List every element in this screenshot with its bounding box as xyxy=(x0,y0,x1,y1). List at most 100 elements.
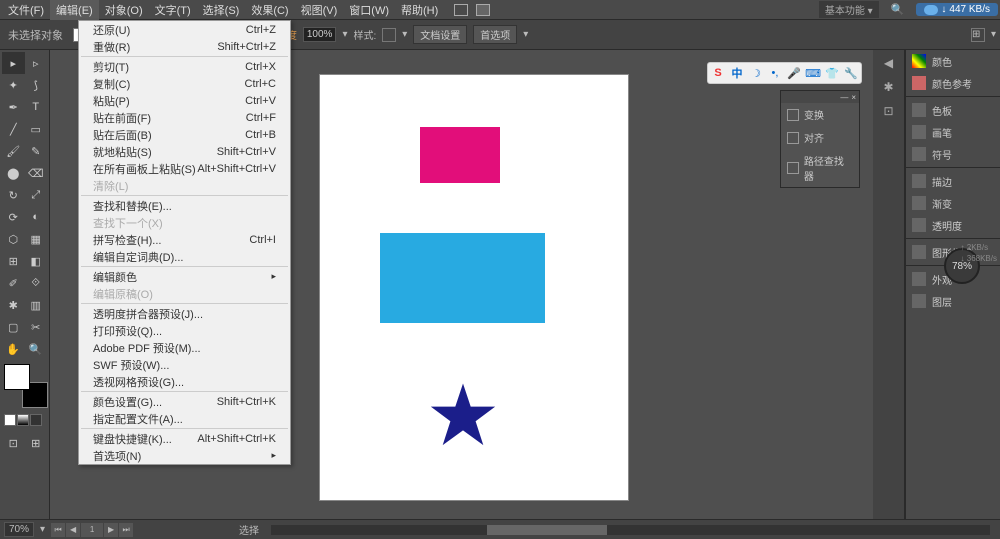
edit-menu-item[interactable]: 透视网格预设(G)... xyxy=(79,373,290,390)
edit-menu-item[interactable]: Adobe PDF 预设(M)... xyxy=(79,339,290,356)
edit-menu-item[interactable]: 贴在后面(B)Ctrl+B xyxy=(79,126,290,143)
horizontal-scrollbar[interactable] xyxy=(271,525,990,535)
menu-text[interactable]: 文字(T) xyxy=(149,0,197,20)
shape-builder-tool[interactable]: ⬡ xyxy=(2,228,25,250)
direct-selection-tool[interactable]: ▹ xyxy=(25,52,48,74)
eyedropper-tool[interactable]: ✐ xyxy=(2,272,25,294)
rectangle-tool[interactable]: ▭ xyxy=(25,118,48,140)
color-mode-none[interactable] xyxy=(30,414,42,426)
workspace-switcher[interactable]: 基本功能 ▾ xyxy=(819,1,879,18)
selection-tool[interactable]: ▸ xyxy=(2,52,25,74)
coll-brushes-icon[interactable]: ⊡ xyxy=(880,102,898,120)
artboard[interactable] xyxy=(320,75,628,500)
collapse-toggle-icon[interactable]: ◀ xyxy=(880,54,898,72)
artboard-tool[interactable]: ▢ xyxy=(2,316,25,338)
edit-menu-item[interactable]: SWF 预设(W)... xyxy=(79,356,290,373)
pen-tool[interactable]: ✒ xyxy=(2,96,25,118)
rotate-tool[interactable]: ↻ xyxy=(2,184,25,206)
eraser-tool[interactable]: ⌫ xyxy=(25,162,48,184)
edit-menu-item[interactable]: 重做(R)Shift+Ctrl+Z xyxy=(79,38,290,55)
ime-skin-icon[interactable]: 👕 xyxy=(825,66,839,80)
color-selector[interactable] xyxy=(4,364,48,408)
screen-mode-normal[interactable]: ⊡ xyxy=(2,432,25,454)
ime-toolbar[interactable]: S 中 ☽ •, 🎤 ⌨ 👕 🔧 xyxy=(707,62,862,84)
document-setup-button[interactable]: 文档设置 xyxy=(413,25,467,44)
style-swatch[interactable] xyxy=(382,28,396,42)
preferences-button[interactable]: 首选项 xyxy=(473,25,517,44)
column-graph-tool[interactable]: ▥ xyxy=(25,294,48,316)
edit-menu-item[interactable]: 打印预设(Q)... xyxy=(79,322,290,339)
color-mode-gradient[interactable] xyxy=(17,414,29,426)
scale-tool[interactable]: ⤢ xyxy=(25,184,48,206)
gradient-tool[interactable]: ◧ xyxy=(25,250,48,272)
menu-view[interactable]: 视图(V) xyxy=(295,0,344,20)
zoom-tool[interactable]: 🔍 xyxy=(25,338,48,360)
pencil-tool[interactable]: ✎ xyxy=(25,140,48,162)
ime-toolbox-icon[interactable]: 🔧 xyxy=(844,66,858,80)
last-artboard-button[interactable]: ⏭ xyxy=(119,523,133,537)
shape-magenta-rect[interactable] xyxy=(420,127,500,183)
line-tool[interactable]: ╱ xyxy=(2,118,25,140)
menu-select[interactable]: 选择(S) xyxy=(197,0,246,20)
edit-menu-item[interactable]: 拼写检查(H)...Ctrl+I xyxy=(79,231,290,248)
edit-menu-item[interactable]: 编辑颜色 xyxy=(79,268,290,285)
edit-menu-item[interactable]: 在所有画板上粘贴(S)Alt+Shift+Ctrl+V xyxy=(79,160,290,177)
edit-menu-item[interactable]: 键盘快捷键(K)...Alt+Shift+Ctrl+K xyxy=(79,430,290,447)
search-icon[interactable]: 🔍 xyxy=(885,3,911,16)
free-transform-tool[interactable]: ◐ xyxy=(25,206,48,228)
panel-brushes[interactable]: 画笔 xyxy=(906,121,1000,143)
ime-keyboard-icon[interactable]: ⌨ xyxy=(806,66,820,80)
edit-menu-item[interactable]: 就地粘贴(S)Shift+Ctrl+V xyxy=(79,143,290,160)
panel-minimize-icon[interactable]: — xyxy=(840,93,848,102)
panel-header[interactable]: —× xyxy=(781,91,859,103)
slice-tool[interactable]: ✂ xyxy=(25,316,48,338)
edit-menu-item[interactable]: 透明度拼合器预设(J)... xyxy=(79,305,290,322)
edit-menu-item[interactable]: 颜色设置(G)...Shift+Ctrl+K xyxy=(79,393,290,410)
edit-menu-item[interactable]: 编辑自定词典(D)... xyxy=(79,248,290,265)
panel-item-pathfinder[interactable]: 路径查找器 xyxy=(781,149,859,187)
menu-effect[interactable]: 效果(C) xyxy=(245,0,294,20)
ime-logo-icon[interactable]: S xyxy=(711,66,725,80)
panel-gradient[interactable]: 渐变 xyxy=(906,192,1000,214)
type-tool[interactable]: T xyxy=(25,96,48,118)
edit-menu-item[interactable]: 粘贴(P)Ctrl+V xyxy=(79,92,290,109)
panel-color[interactable]: 颜色 xyxy=(906,50,1000,72)
align-group-icon[interactable]: ⊞ xyxy=(971,28,985,42)
ime-punct-icon[interactable]: •, xyxy=(768,66,782,80)
app-frame-icon[interactable] xyxy=(476,4,490,16)
edit-menu-item[interactable]: 贴在前面(F)Ctrl+F xyxy=(79,109,290,126)
symbol-sprayer-tool[interactable]: ✱ xyxy=(2,294,25,316)
paintbrush-tool[interactable]: 🖌 xyxy=(2,140,25,162)
ime-moon-icon[interactable]: ☽ xyxy=(749,66,763,80)
zoom-level[interactable]: 70% xyxy=(4,522,34,537)
mesh-tool[interactable]: ⊞ xyxy=(2,250,25,272)
screen-mode-full[interactable]: ⊞ xyxy=(25,432,48,454)
lasso-tool[interactable]: ⟆ xyxy=(25,74,48,96)
next-artboard-button[interactable]: ▶ xyxy=(104,523,118,537)
scrollbar-thumb[interactable] xyxy=(487,525,607,535)
panel-stroke[interactable]: 描边 xyxy=(906,170,1000,192)
fill-color[interactable] xyxy=(4,364,30,390)
blend-tool[interactable]: ⟐ xyxy=(25,272,48,294)
first-artboard-button[interactable]: ⏮ xyxy=(51,523,65,537)
blob-brush-tool[interactable]: ⬤ xyxy=(2,162,25,184)
menu-edit[interactable]: 编辑(E) xyxy=(50,0,99,20)
panel-swatches[interactable]: 色板 xyxy=(906,99,1000,121)
magic-wand-tool[interactable]: ✦ xyxy=(2,74,25,96)
panel-item-transform[interactable]: 变换 xyxy=(781,103,859,126)
menu-file[interactable]: 文件(F) xyxy=(2,0,50,20)
artboard-number[interactable]: 1 xyxy=(81,523,103,537)
panel-symbols[interactable]: 符号 xyxy=(906,143,1000,165)
hand-tool[interactable]: ✋ xyxy=(2,338,25,360)
panel-layers[interactable]: 图层 xyxy=(906,290,1000,312)
shape-cyan-rect[interactable] xyxy=(380,233,545,323)
panel-item-align[interactable]: 对齐 xyxy=(781,126,859,149)
color-mode-fill[interactable] xyxy=(4,414,16,426)
menu-window[interactable]: 窗口(W) xyxy=(343,0,395,20)
prev-artboard-button[interactable]: ◀ xyxy=(66,523,80,537)
ime-lang-button[interactable]: 中 xyxy=(730,66,744,80)
edit-menu-item[interactable]: 查找和替换(E)... xyxy=(79,197,290,214)
edit-menu-item[interactable]: 剪切(T)Ctrl+X xyxy=(79,58,290,75)
edit-menu-item[interactable]: 指定配置文件(A)... xyxy=(79,410,290,427)
panel-transparency[interactable]: 透明度 xyxy=(906,214,1000,236)
